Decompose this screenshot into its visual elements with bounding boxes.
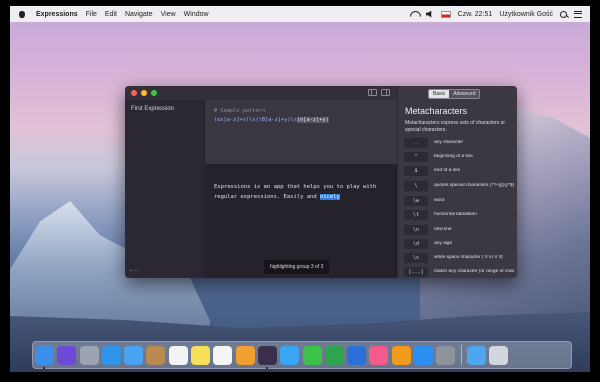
test-text-line-2: regular expressions. Easily and nicely [214,192,340,202]
reference-title: Metacharacters [405,106,468,116]
menu-view[interactable]: View [161,11,176,18]
sidebar-add-remove-controls[interactable]: + — [129,268,138,274]
toggle-sidebar-icon[interactable] [368,89,377,96]
facetime-icon[interactable] [302,345,322,365]
metachar-row[interactable]: [...] match any character (or range of ch… [404,266,514,277]
system-preferences-icon[interactable] [436,345,456,365]
metachar-row[interactable]: . any character [404,137,514,148]
zoom-window-button[interactable] [151,90,157,96]
match-highlight: nicely [319,194,340,200]
reference-description: Metacharacters express sets of character… [405,120,506,133]
menu-navigate[interactable]: Navigate [125,11,153,18]
running-indicator [265,366,268,369]
menu-window[interactable]: Window [184,11,209,18]
calendar-icon[interactable] [168,345,188,365]
pattern-editor[interactable]: # Sample pattern (ex[a-z]+s)\s(\B[a-z]+y… [205,100,397,164]
spotlight-search-icon[interactable] [560,10,567,18]
trash-icon[interactable] [488,345,508,365]
metachar-row[interactable]: \t horizontal tabulation [404,209,514,220]
pattern-group-part: (ex[a-z]+s)\s(\B[a-z]+y)\s [214,117,297,123]
launchpad-icon[interactable] [79,345,99,365]
siri-icon[interactable] [57,345,77,365]
expressions-icon[interactable] [257,345,277,369]
app-store-icon[interactable] [414,345,434,365]
wifi-icon[interactable] [410,11,419,18]
metachar-desc: any digit [434,241,452,246]
pattern-highlighted-group: (n[a-z]+y) [296,117,329,123]
metachar-desc: new line [434,227,452,232]
reference-panel: Basic Advanced Metacharacters Metacharac… [397,86,517,278]
sidebar-item-first-expression[interactable]: First Expression [131,106,174,112]
metachar-desc: horizontal tabulation [434,212,477,217]
metachar-key: \w [404,195,428,206]
metachar-key: \n [404,224,428,235]
contacts-icon[interactable] [146,345,166,365]
minimize-window-button[interactable] [141,90,147,96]
tab-advanced[interactable]: Advanced [449,90,480,98]
metachar-key: \ [404,180,428,191]
pattern-comment: # Sample pattern [214,108,266,114]
downloads-folder-icon[interactable] [466,345,486,365]
status-tray: Czw. 22:51 Użytkownik Gość [410,10,582,18]
menu-app-name[interactable]: Expressions [36,11,78,18]
title-bar [125,86,397,100]
safari-icon[interactable] [101,345,121,365]
running-indicator [43,366,45,369]
keynote-icon[interactable] [347,345,367,365]
metachar-desc: word [434,198,445,203]
reference-mode-switch: Basic Advanced [428,89,481,99]
metachar-key: \t [404,209,428,220]
itunes-icon[interactable] [369,345,389,365]
menu-file[interactable]: File [86,11,97,18]
numbers-icon[interactable] [324,345,344,365]
clock[interactable]: Czw. 22:51 [458,11,493,18]
notification-center-icon[interactable] [574,10,582,18]
tab-basic[interactable]: Basic [429,90,450,98]
user-name[interactable]: Użytkownik Gość [499,11,553,18]
metachar-desc: beginning of a line [434,154,473,159]
input-source-flag-icon[interactable] [440,10,451,18]
test-string-area[interactable]: Expressions is an app that helps you to … [205,164,397,278]
menu-bar: Expressions File Edit Navigate View Wind… [10,6,590,22]
photos-icon[interactable] [235,345,255,365]
metachar-row[interactable]: ^ beginning of a line [404,151,514,162]
metachar-key: ^ [404,151,428,162]
metachar-row[interactable]: \s white space character ( \t \n \r \f) [404,252,514,263]
metachar-key: \s [404,252,428,263]
metachar-row[interactable]: \n new line [404,224,514,235]
metachar-key: \d [404,238,428,249]
pattern-text: (ex[a-z]+s)\s(\B[a-z]+y)\s(n[a-z]+y) [214,117,329,123]
metachar-desc: match any character (or range of charact… [434,269,514,274]
expressions-sidebar: First Expression + — [125,100,205,278]
test-text-line-1: Expressions is an app that helps you to … [214,184,377,190]
dock-separator [460,345,462,365]
metachar-row[interactable]: $ end of a line [404,165,514,176]
metachar-row[interactable]: \d any digit [404,238,514,249]
metachar-row[interactable]: \w word [404,195,514,206]
metachar-desc: end of a line [434,168,461,173]
reminders-icon[interactable] [213,345,233,365]
expressions-window: First Expression + — # Sample pattern (e… [125,86,517,278]
highlight-status: highlighting group 3 of 3 [264,260,330,274]
close-window-button[interactable] [131,90,137,96]
metachar-row[interactable]: \ quotes special characters (*?+[](){}^$|… [404,180,514,191]
ibooks-icon[interactable] [391,345,411,365]
test-text-before-match: regular expressions. Easily and [214,194,320,200]
messages-icon[interactable] [280,345,300,365]
toggle-reference-icon[interactable] [381,89,390,96]
menu-edit[interactable]: Edit [105,11,117,18]
finder-icon[interactable] [35,345,54,369]
metachar-desc: any character [434,140,464,145]
dock [32,341,572,369]
metachar-desc: quotes special characters (*?+[](){}^$|\… [434,183,514,188]
metachar-key: . [404,137,428,148]
mail-icon[interactable] [124,345,144,365]
speaker-icon[interactable] [425,10,432,18]
metachar-desc: white space character ( \t \n \r \f) [434,255,503,260]
apple-icon[interactable] [18,10,26,18]
metachar-key: $ [404,165,428,176]
notes-icon[interactable] [191,345,211,365]
metachar-key: [...] [404,266,428,277]
